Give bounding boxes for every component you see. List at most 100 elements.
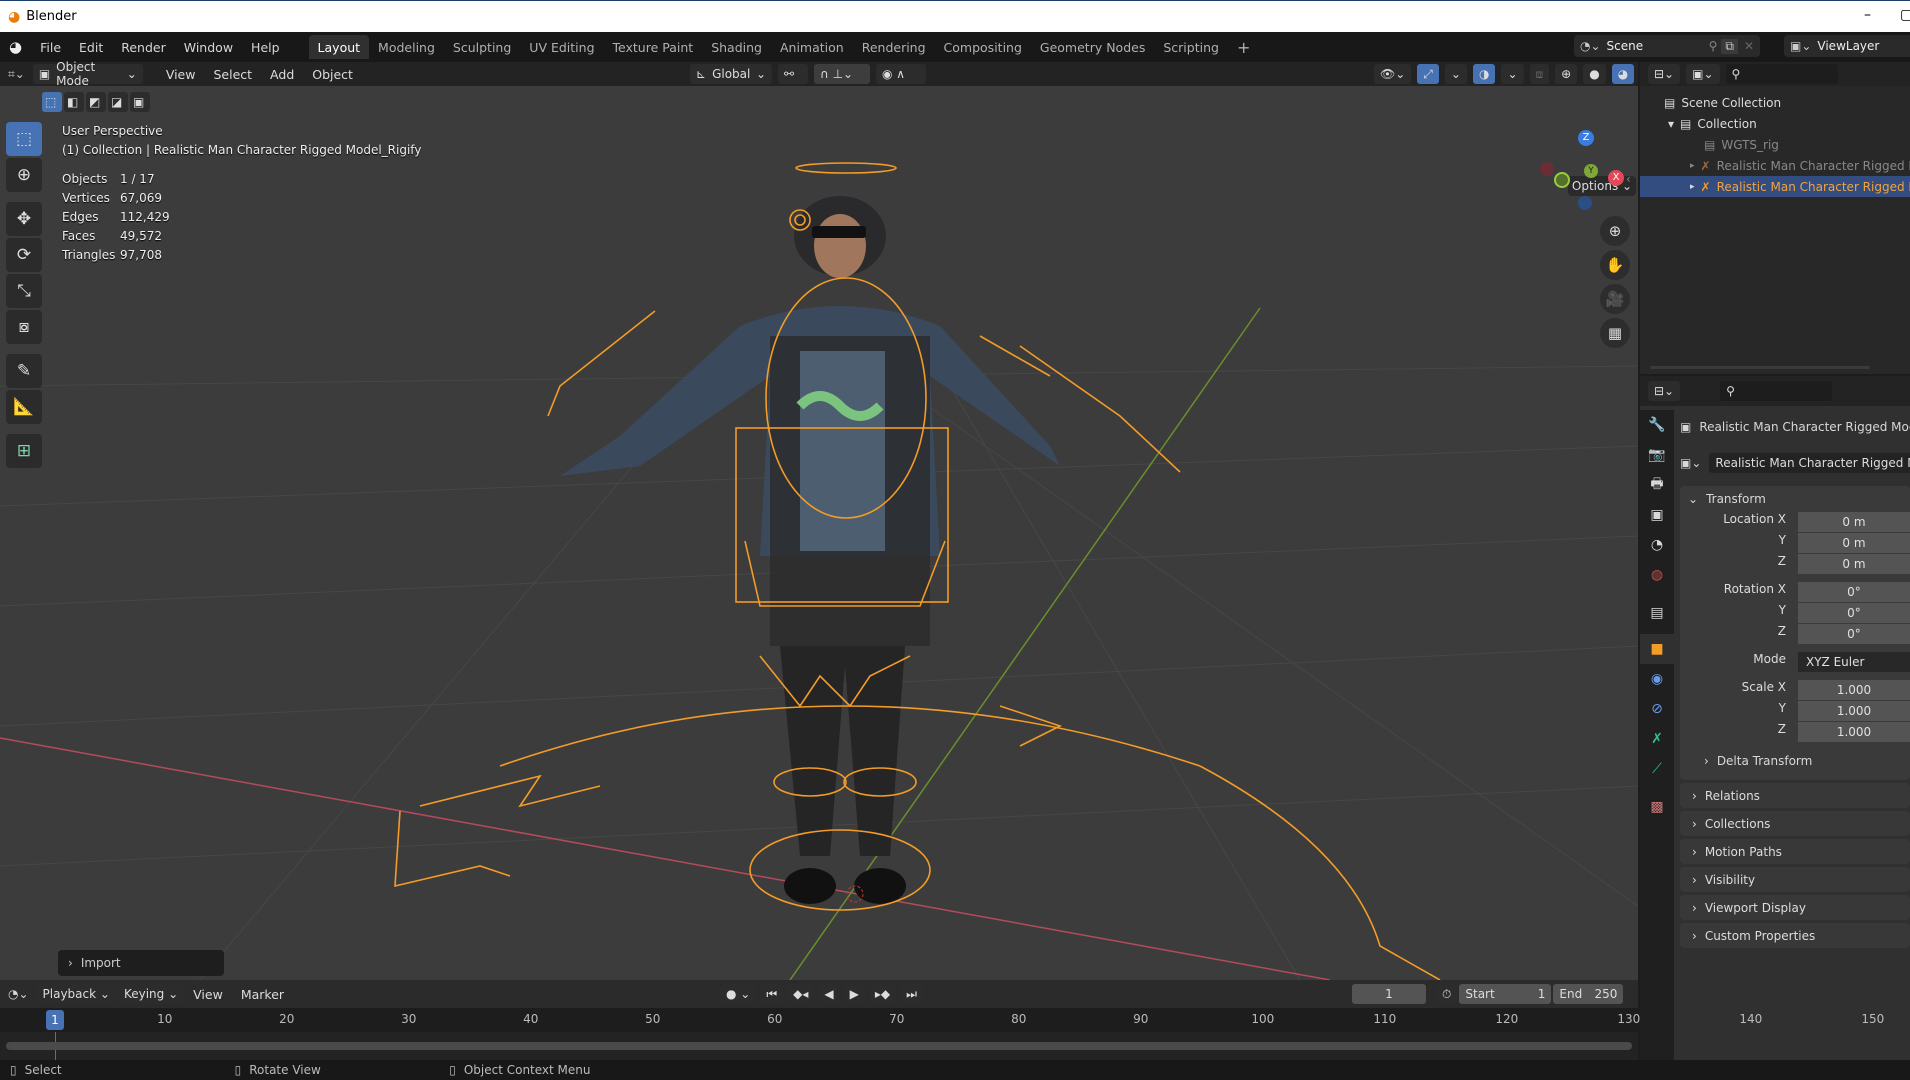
world-tab-icon[interactable]: ◍ bbox=[1640, 560, 1674, 590]
shading-wireframe-button[interactable]: ⊕ bbox=[1555, 64, 1578, 84]
scale-z-field[interactable]: 1.000 bbox=[1798, 722, 1910, 742]
jump-to-end-button[interactable]: ⏭ bbox=[900, 984, 923, 1004]
menu-edit[interactable]: Edit bbox=[70, 32, 112, 62]
sidebar-toggle-icon[interactable]: ‹ bbox=[1626, 172, 1631, 186]
relations-panel[interactable]: › Relations bbox=[1680, 783, 1910, 808]
outliner-search-input[interactable]: ⚲ bbox=[1725, 64, 1838, 84]
tab-uv-editing[interactable]: UV Editing bbox=[520, 35, 603, 59]
motion-paths-panel[interactable]: › Motion Paths bbox=[1680, 839, 1910, 864]
filter-icon[interactable]: ▣⌄ bbox=[1686, 64, 1720, 84]
menu-help[interactable]: Help bbox=[242, 32, 289, 62]
menu-select[interactable]: Select bbox=[204, 67, 261, 82]
use-preview-range-icon[interactable]: ⏱ bbox=[1436, 984, 1458, 1004]
gizmo-neg-y[interactable] bbox=[1554, 172, 1570, 188]
3d-viewport[interactable]: User Perspective (1) Collection | Realis… bbox=[0, 86, 1638, 980]
transform-tool[interactable]: ⧇ bbox=[6, 310, 42, 344]
tab-shading[interactable]: Shading bbox=[702, 35, 771, 59]
expand-arrow-icon[interactable]: ▸ bbox=[1690, 182, 1695, 192]
add-cube-tool[interactable]: ⊞ bbox=[6, 434, 42, 468]
tool-tab-icon[interactable]: 🔧 bbox=[1640, 410, 1674, 440]
tab-sculpting[interactable]: Sculpting bbox=[444, 35, 520, 59]
view-layer-selector[interactable]: ▣⌄ ViewLayer bbox=[1784, 35, 1910, 57]
playback-menu[interactable]: Playback ⌄ bbox=[36, 984, 116, 1004]
bone-tab-icon[interactable]: ⟋ bbox=[1640, 754, 1674, 784]
timeline-scrollbar[interactable] bbox=[6, 1042, 1632, 1050]
timeline-ruler[interactable]: 1 10203040506070809010011012013014015016… bbox=[0, 1008, 1884, 1032]
shading-material-button[interactable]: ◕ bbox=[1611, 64, 1635, 84]
auto-keying-toggle[interactable]: ● ⌄ bbox=[720, 984, 757, 1004]
cursor-tool[interactable]: ⊕ bbox=[6, 158, 42, 192]
render-tab-icon[interactable]: 📷 bbox=[1640, 440, 1674, 470]
scale-x-field[interactable]: 1.000 bbox=[1798, 680, 1910, 700]
rotation-y-field[interactable]: 0° bbox=[1798, 603, 1910, 623]
viewport-display-panel[interactable]: › Viewport Display bbox=[1680, 895, 1910, 920]
current-frame-field[interactable]: 1 bbox=[1352, 984, 1426, 1004]
gizmo-options-button[interactable]: ⌄ bbox=[1444, 64, 1467, 84]
shading-solid-button[interactable]: ● bbox=[1583, 64, 1606, 84]
scale-tool[interactable]: ⤡ bbox=[6, 274, 42, 308]
object-data-tab-icon[interactable]: ✗ bbox=[1640, 724, 1674, 754]
add-workspace-button[interactable]: + bbox=[1228, 35, 1259, 59]
outliner-scrollbar[interactable] bbox=[1650, 366, 1870, 369]
menu-view[interactable]: View bbox=[157, 67, 205, 82]
scene-selector[interactable]: ◔⌄ Scene ⚲ ⧉ ✕ bbox=[1574, 35, 1760, 57]
delete-scene-icon[interactable]: ✕ bbox=[1738, 39, 1760, 53]
navigation-gizmo[interactable]: Z X Y bbox=[1540, 120, 1630, 210]
rotation-x-field[interactable]: 0° bbox=[1798, 582, 1910, 602]
overlay-options-button[interactable]: ⌄ bbox=[1501, 64, 1524, 84]
select-invert-button[interactable]: ◪ bbox=[108, 92, 128, 112]
scene-name[interactable]: Scene bbox=[1607, 39, 1705, 53]
menu-marker[interactable]: Marker bbox=[232, 987, 293, 1002]
constraints-tab-icon[interactable]: ⊘ bbox=[1640, 694, 1674, 724]
tab-rendering[interactable]: Rendering bbox=[853, 35, 935, 59]
menu-render[interactable]: Render bbox=[112, 32, 175, 62]
scene-tab-icon[interactable]: ◔ bbox=[1640, 530, 1674, 560]
gizmo-y-axis[interactable]: Y bbox=[1584, 164, 1598, 178]
outliner-item-model[interactable]: ▸✗Realistic Man Character Rigged Model bbox=[1640, 155, 1910, 176]
menu-add[interactable]: Add bbox=[261, 67, 303, 82]
physics-tab-icon[interactable]: ◉ bbox=[1640, 664, 1674, 694]
transform-orientation-dropdown[interactable]: ⊾ Global ⌄ bbox=[690, 64, 772, 84]
outliner-item-wgts-rig[interactable]: ▤ WGTS_rig bbox=[1640, 134, 1910, 155]
outliner-item-model-rigify[interactable]: ▸✗Realistic Man Character Rigged Model_R… bbox=[1640, 176, 1910, 197]
select-box-tool[interactable]: ⬚ bbox=[6, 122, 42, 156]
new-scene-icon[interactable]: ⧉ bbox=[1721, 38, 1738, 54]
menu-window[interactable]: Window bbox=[175, 32, 242, 62]
gizmo-neg-z[interactable] bbox=[1578, 196, 1592, 210]
location-x-field[interactable]: 0 m bbox=[1798, 512, 1910, 532]
gizmo-neg-x[interactable] bbox=[1540, 162, 1554, 176]
properties-search-input[interactable]: ⚲ bbox=[1720, 381, 1833, 401]
texture-tab-icon[interactable]: ▩ bbox=[1640, 792, 1674, 822]
location-y-field[interactable]: 0 m bbox=[1798, 533, 1910, 553]
pivot-point-dropdown[interactable]: ⚯ bbox=[778, 64, 808, 84]
display-mode-icon[interactable]: ⊟⌄ bbox=[1648, 64, 1681, 84]
tab-modeling[interactable]: Modeling bbox=[369, 35, 444, 59]
location-z-field[interactable]: 0 m bbox=[1798, 554, 1910, 574]
play-button[interactable]: ▶ bbox=[843, 984, 865, 1004]
view-layer-tab-icon[interactable]: ▣ bbox=[1640, 500, 1674, 530]
scale-y-field[interactable]: 1.000 bbox=[1798, 701, 1910, 721]
select-new-button[interactable]: ⬚ bbox=[42, 92, 62, 112]
jump-to-start-button[interactable]: ⏮ bbox=[760, 984, 784, 1004]
editor-type-icon[interactable]: ⌗⌄ bbox=[0, 67, 33, 82]
menu-view[interactable]: View bbox=[184, 987, 232, 1002]
xray-toggle[interactable]: ⧈ bbox=[1529, 64, 1550, 84]
show-gizmo-button[interactable]: ⤢ bbox=[1417, 64, 1439, 84]
tab-animation[interactable]: Animation bbox=[771, 35, 853, 59]
zoom-icon[interactable]: ⊕ bbox=[1600, 216, 1630, 246]
last-operator-panel[interactable]: › Import bbox=[58, 950, 224, 976]
start-frame-field[interactable]: Start 1 bbox=[1459, 984, 1552, 1004]
prev-keyframe-button[interactable]: ◆◂ bbox=[787, 984, 815, 1004]
visibility-selectability-button[interactable]: 👁⌄ bbox=[1374, 64, 1412, 84]
play-reverse-button[interactable]: ◀ bbox=[818, 984, 840, 1004]
keying-menu[interactable]: Keying ⌄ bbox=[117, 984, 185, 1004]
tab-layout[interactable]: Layout bbox=[308, 35, 370, 59]
minimize-button[interactable]: – bbox=[1864, 7, 1871, 23]
outliner-item-scene-collection[interactable]: ▤ Scene Collection bbox=[1640, 92, 1910, 113]
rotate-tool[interactable]: ⟳ bbox=[6, 238, 42, 272]
menu-file[interactable]: File bbox=[31, 32, 70, 62]
camera-view-icon[interactable]: 🎥 bbox=[1600, 284, 1630, 314]
ortho-grid-icon[interactable]: ▦ bbox=[1600, 318, 1630, 348]
blender-menu-icon[interactable]: ◕ bbox=[0, 32, 31, 62]
measure-tool[interactable]: 📐 bbox=[6, 390, 42, 424]
